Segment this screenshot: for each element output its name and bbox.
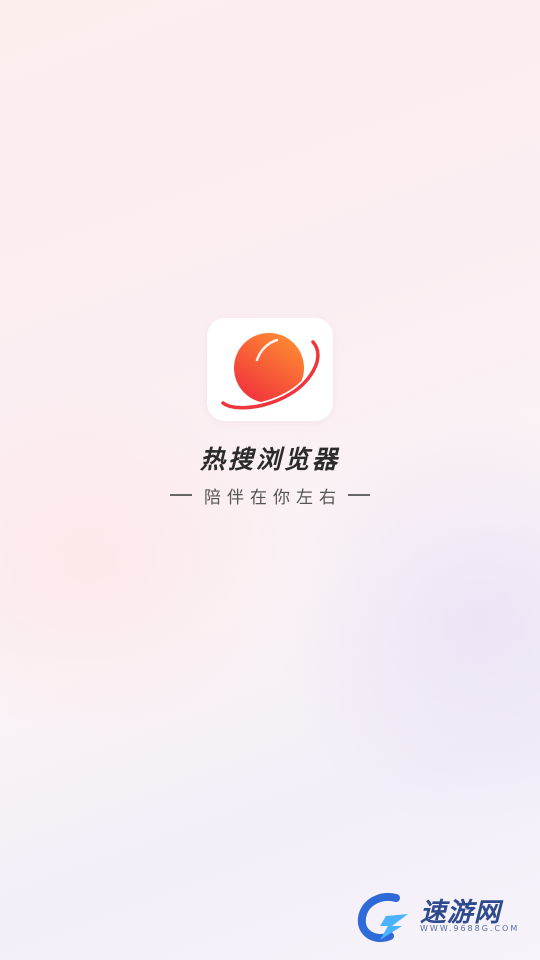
planet-icon bbox=[219, 333, 322, 412]
slogan: 陪伴在你左右 bbox=[204, 487, 342, 508]
watermark-url: WWW.9688G.COM bbox=[420, 924, 520, 933]
lightning-g-icon bbox=[357, 893, 408, 942]
app-logo bbox=[207, 318, 333, 421]
right-dash bbox=[348, 494, 370, 496]
app-name: 热搜浏览器 bbox=[199, 445, 340, 474]
background-glow bbox=[0, 0, 540, 960]
watermark: 速游网 WWW.9688G.COM bbox=[356, 888, 526, 944]
slogan-row: 陪伴在你左右 bbox=[0, 483, 540, 508]
left-dash bbox=[170, 494, 192, 496]
